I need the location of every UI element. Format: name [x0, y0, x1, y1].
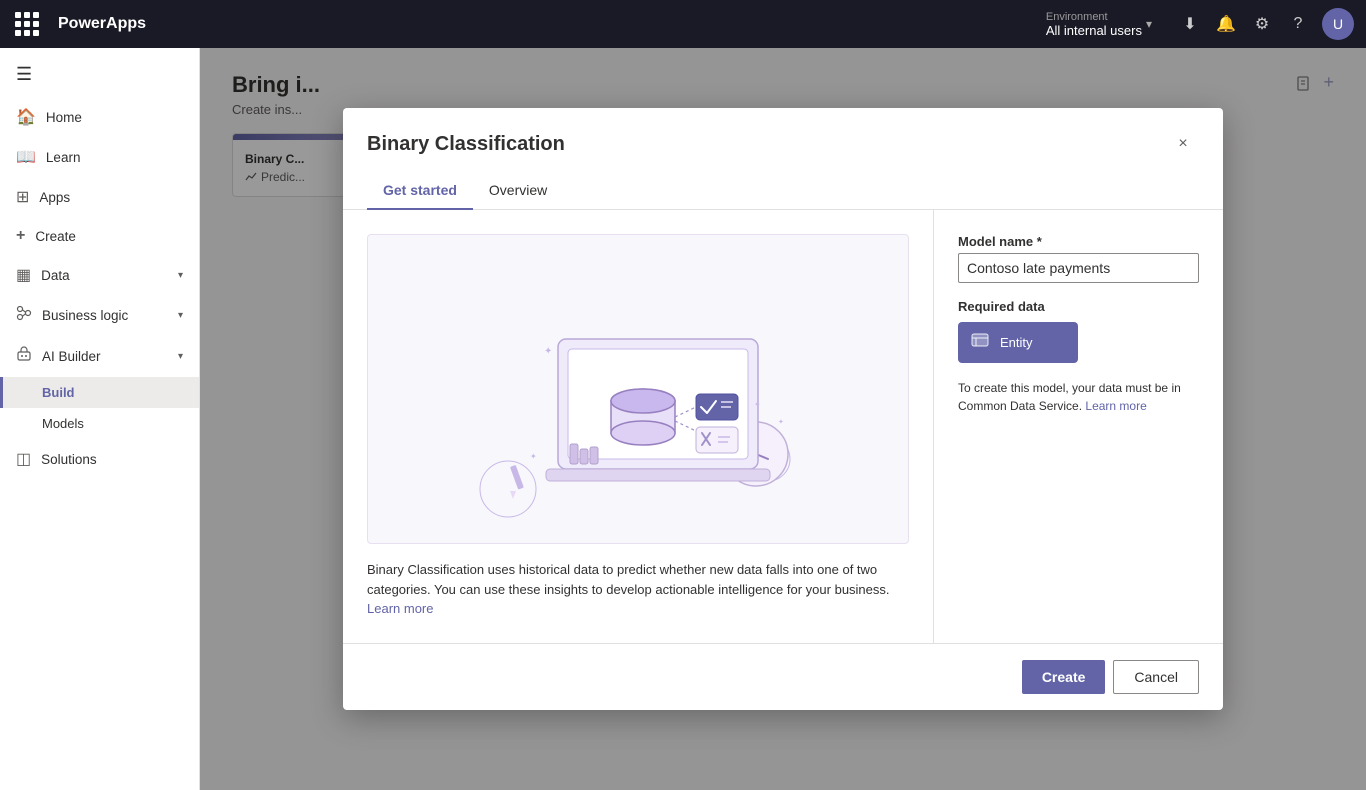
sidebar-item-apps-label: Apps	[39, 190, 70, 205]
topbar-icons: ⬇ 🔔 ⚙ ? U	[1174, 8, 1354, 40]
illustration-box: ✦ ✦ ✦ ✦	[367, 234, 909, 544]
cancel-button[interactable]: Cancel	[1113, 660, 1199, 694]
sidebar-item-create[interactable]: + Create	[0, 217, 199, 255]
cds-learn-more-link[interactable]: Learn more	[1085, 399, 1146, 413]
sidebar-item-data[interactable]: ▦ Data ▾	[0, 255, 199, 295]
app-logo: PowerApps	[58, 15, 146, 33]
data-chevron: ▾	[178, 270, 183, 281]
svg-text:✦: ✦	[530, 452, 537, 461]
page-content: Bring i... Create ins... Binary C... Pre…	[200, 48, 1366, 790]
apps-icon: ⊞	[16, 187, 29, 207]
waffle-menu[interactable]	[12, 9, 42, 39]
modal-overlay: Binary Classification × Get started Over…	[200, 48, 1366, 790]
user-avatar[interactable]: U	[1322, 8, 1354, 40]
cds-info: To create this model, your data must be …	[958, 379, 1199, 415]
home-icon: 🏠	[16, 107, 36, 127]
sidebar-item-home-label: Home	[46, 110, 82, 125]
sidebar-item-learn-label: Learn	[46, 150, 81, 165]
environment-value: All internal users	[1046, 23, 1142, 38]
dialog-footer: Create Cancel	[343, 643, 1223, 710]
description-learn-more-link[interactable]: Learn more	[367, 601, 433, 616]
sidebar-item-data-label: Data	[41, 268, 70, 283]
svg-text:✦: ✦	[754, 400, 761, 409]
solutions-icon: ◫	[16, 449, 31, 469]
create-icon: +	[16, 227, 25, 245]
sidebar-item-business-logic[interactable]: Business logic ▾	[0, 295, 199, 336]
environment-label: Environment	[1046, 11, 1142, 23]
help-icon[interactable]: ?	[1282, 8, 1314, 40]
dialog-tabs: Get started Overview	[343, 172, 1223, 210]
svg-text:✦: ✦	[778, 418, 784, 426]
dialog-header: Binary Classification ×	[343, 108, 1223, 160]
download-icon[interactable]: ⬇	[1174, 8, 1206, 40]
settings-icon[interactable]: ⚙	[1246, 8, 1278, 40]
dialog-right-panel: Model name * Required data	[933, 210, 1223, 643]
dialog-title: Binary Classification	[367, 133, 565, 156]
dialog-body: ✦ ✦ ✦ ✦ Binary Classification uses histo…	[343, 210, 1223, 643]
sidebar-item-ai-builder[interactable]: AI Builder ▾	[0, 336, 199, 377]
sidebar: ☰ 🏠 Home 📖 Learn ⊞ Apps + Create ▦ Data …	[0, 48, 200, 790]
topbar: PowerApps Environment All internal users…	[0, 0, 1366, 48]
business-logic-chevron: ▾	[178, 310, 183, 321]
sidebar-item-solutions-label: Solutions	[41, 452, 97, 467]
notifications-icon[interactable]: 🔔	[1210, 8, 1242, 40]
ai-builder-chevron: ▾	[178, 351, 183, 362]
sidebar-item-learn[interactable]: 📖 Learn	[0, 137, 199, 177]
model-name-field-group: Model name *	[958, 234, 1199, 283]
sidebar-item-models[interactable]: Models	[0, 408, 199, 439]
sidebar-item-build-label: Build	[42, 385, 75, 400]
tab-get-started[interactable]: Get started	[367, 172, 473, 210]
create-button[interactable]: Create	[1022, 660, 1106, 694]
sidebar-item-solutions[interactable]: ◫ Solutions	[0, 439, 199, 479]
required-data-section: Required data Entity	[958, 299, 1199, 363]
binary-classification-dialog: Binary Classification × Get started Over…	[343, 108, 1223, 710]
sidebar-toggle[interactable]: ☰	[0, 56, 199, 93]
entity-label: Entity	[1000, 335, 1033, 350]
dialog-description: Binary Classification uses historical da…	[367, 560, 909, 619]
required-data-label: Required data	[958, 299, 1199, 314]
entity-chip[interactable]: Entity	[958, 322, 1078, 363]
business-logic-icon	[16, 305, 32, 326]
dialog-close-button[interactable]: ×	[1167, 128, 1199, 160]
sidebar-item-models-label: Models	[42, 416, 84, 431]
sidebar-item-build[interactable]: Build	[0, 377, 199, 408]
tab-overview[interactable]: Overview	[473, 172, 563, 210]
environment-chevron: ▾	[1146, 17, 1152, 31]
sidebar-item-business-logic-label: Business logic	[42, 308, 128, 323]
sidebar-item-create-label: Create	[35, 229, 76, 244]
svg-text:✦: ✦	[544, 346, 552, 357]
sidebar-item-ai-builder-label: AI Builder	[42, 349, 101, 364]
sidebar-item-apps[interactable]: ⊞ Apps	[0, 177, 199, 217]
ai-builder-icon	[16, 346, 32, 367]
entity-icon	[970, 330, 990, 355]
model-name-label: Model name *	[958, 234, 1199, 249]
sidebar-item-home[interactable]: 🏠 Home	[0, 97, 199, 137]
model-name-input[interactable]	[958, 253, 1199, 283]
learn-icon: 📖	[16, 147, 36, 167]
data-icon: ▦	[16, 265, 31, 285]
environment-selector[interactable]: Environment All internal users ▾	[1046, 11, 1152, 38]
dialog-left-panel: ✦ ✦ ✦ ✦ Binary Classification uses histo…	[343, 210, 933, 643]
